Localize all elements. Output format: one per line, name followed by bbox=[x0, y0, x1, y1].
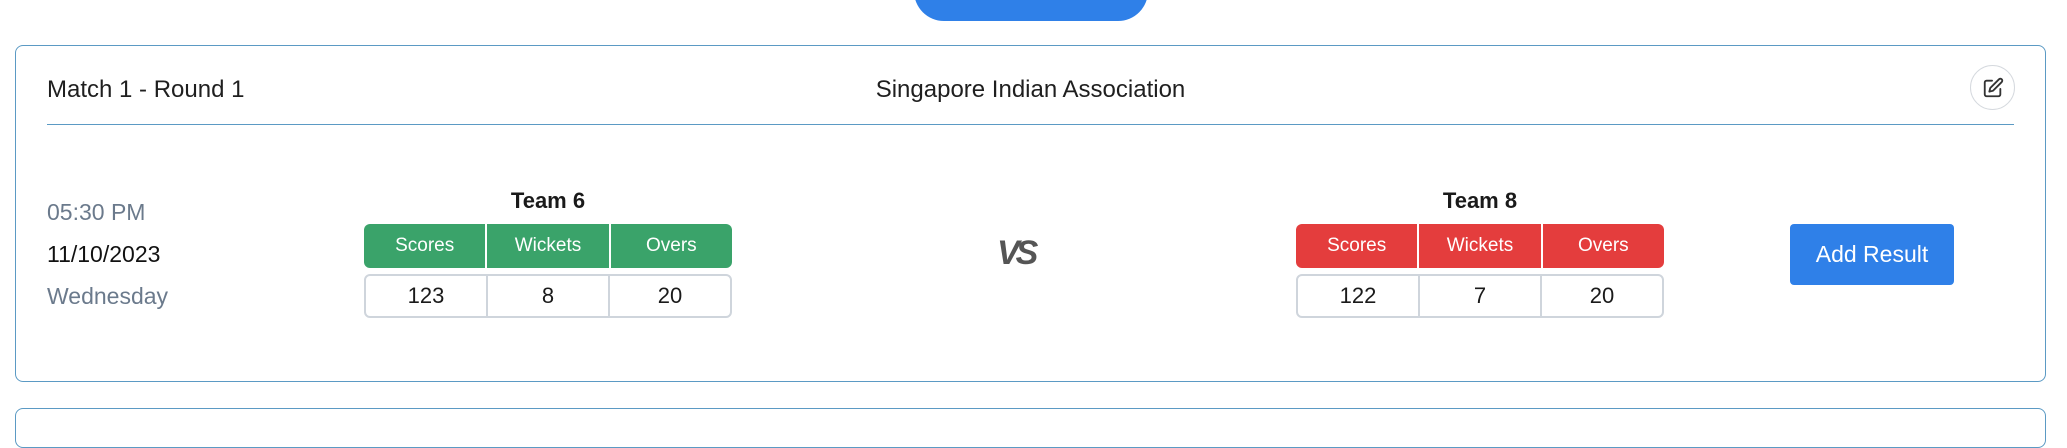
header-divider bbox=[47, 124, 2014, 125]
match-card: Match 1 - Round 1 Singapore Indian Assoc… bbox=[15, 45, 2046, 382]
team1-header-wickets: Wickets bbox=[487, 224, 611, 268]
edit-match-button[interactable] bbox=[1970, 65, 2015, 110]
team1-value-row: 123 8 20 bbox=[364, 274, 732, 318]
next-match-card bbox=[15, 408, 2046, 448]
team2-scores: 122 bbox=[1298, 276, 1420, 316]
team1-scores: 123 bbox=[366, 276, 488, 316]
team2-header-scores: Scores bbox=[1296, 224, 1420, 268]
team2-wickets: 7 bbox=[1420, 276, 1542, 316]
team1-name: Team 6 bbox=[510, 188, 586, 213]
match-venue: Singapore Indian Association bbox=[875, 76, 1186, 103]
team2-header-row: Scores Wickets Overs bbox=[1296, 224, 1664, 268]
vs-label: VS bbox=[997, 234, 1038, 272]
team1-overs: 20 bbox=[657, 283, 683, 308]
team2-overs: 20 bbox=[1589, 283, 1615, 308]
team1-header-overs: Overs bbox=[610, 224, 732, 268]
team1-scorecard: Team 6 Scores Wickets Overs 123 8 20 bbox=[364, 186, 732, 318]
team1-wickets: 8 bbox=[488, 276, 610, 316]
team2-header-overs: Overs bbox=[1542, 224, 1664, 268]
add-result-button[interactable]: Add Result bbox=[1790, 224, 1954, 285]
edit-icon bbox=[1983, 77, 2003, 97]
match-date: 11/10/2023 bbox=[47, 241, 161, 267]
team2-scorecard: Team 8 Scores Wickets Overs 122 7 20 bbox=[1296, 186, 1664, 318]
team2-header-wickets: Wickets bbox=[1419, 224, 1543, 268]
team2-name: Team 8 bbox=[1442, 188, 1518, 213]
team1-header-row: Scores Wickets Overs bbox=[364, 224, 732, 268]
top-action-button[interactable] bbox=[914, 0, 1148, 21]
match-day: Wednesday bbox=[47, 283, 169, 309]
team2-value-row: 122 7 20 bbox=[1296, 274, 1664, 318]
match-time: 05:30 PM bbox=[47, 199, 146, 225]
team1-header-scores: Scores bbox=[364, 224, 488, 268]
